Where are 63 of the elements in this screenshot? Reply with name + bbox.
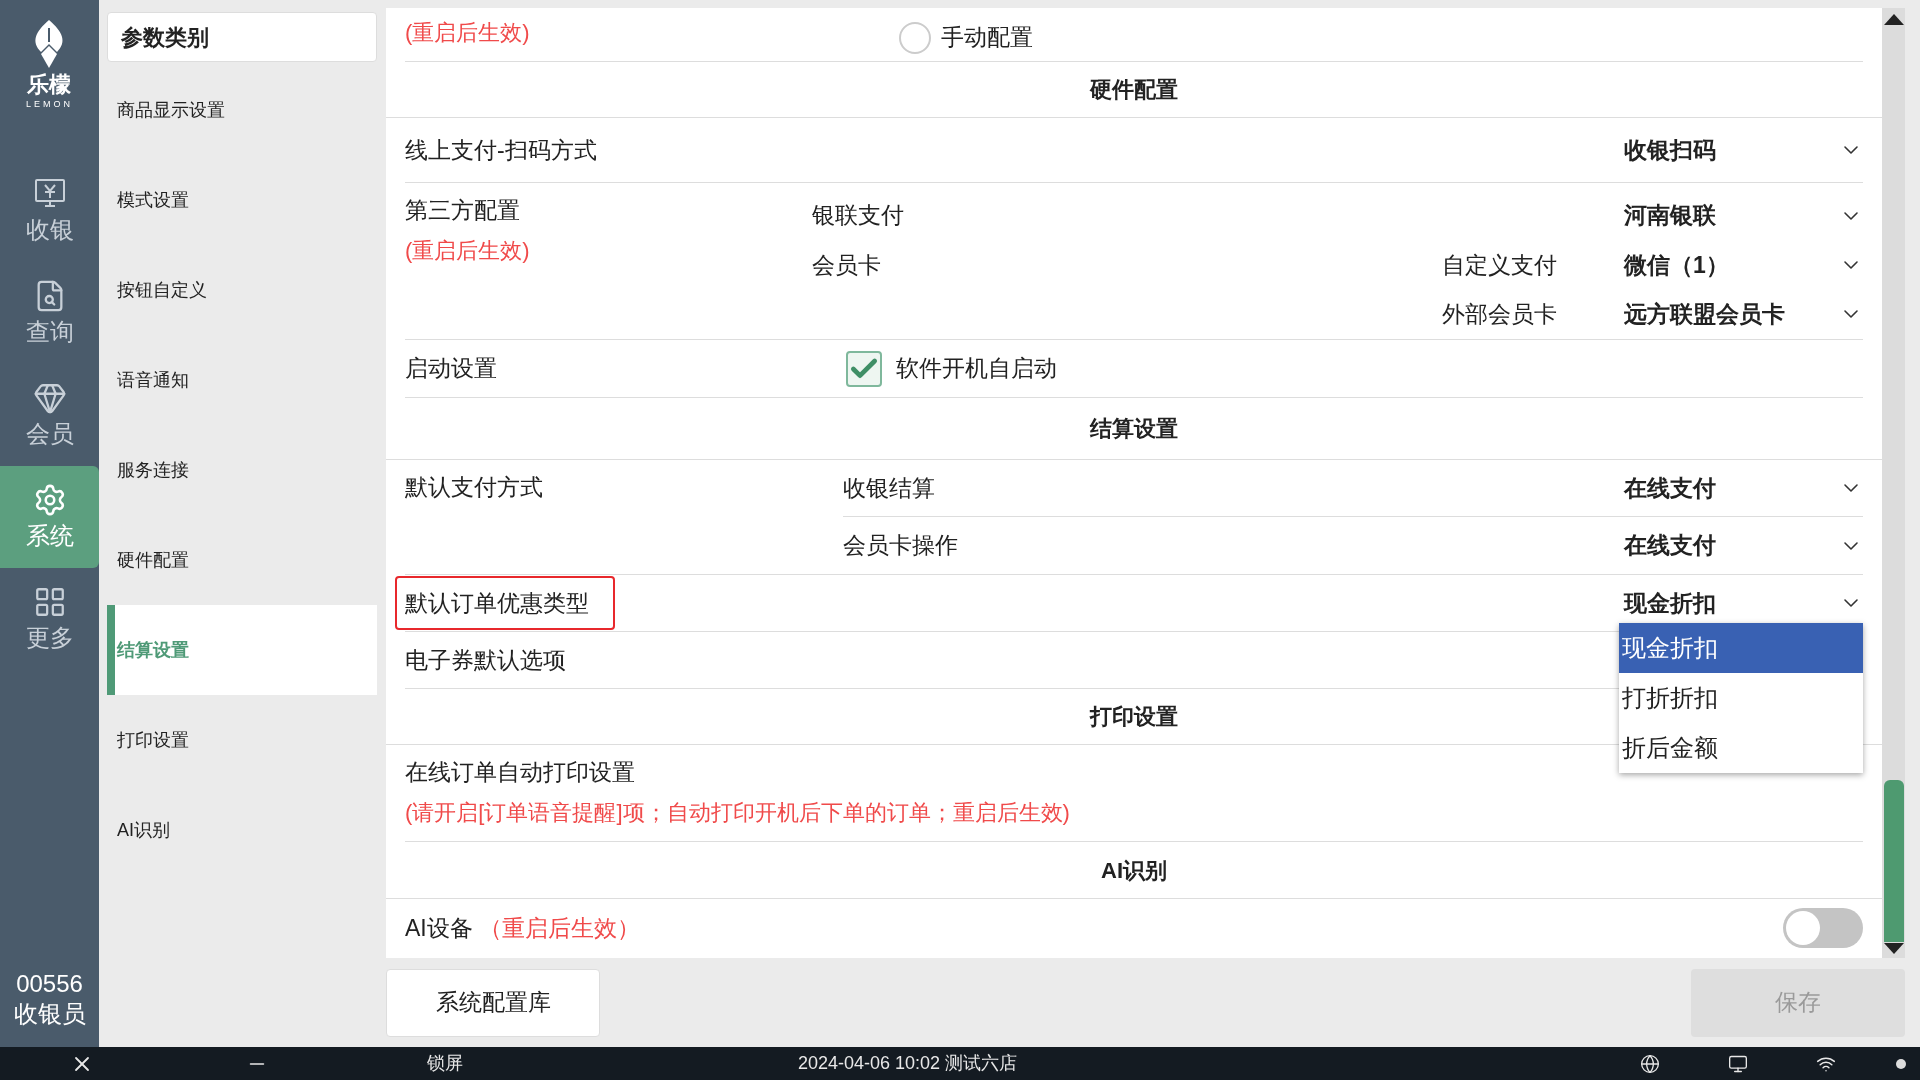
radio-label: 手动配置: [941, 23, 1033, 53]
setting-note: (重启后生效): [405, 236, 531, 265]
category-item[interactable]: 模式设置: [107, 155, 377, 245]
lock-screen-link[interactable]: 锁屏: [427, 1050, 463, 1077]
category-item[interactable]: AI识别: [107, 785, 377, 875]
radio-button[interactable]: [899, 21, 931, 54]
nav-item[interactable]: 收银: [0, 160, 99, 262]
dropdown-option[interactable]: 打折折扣: [1619, 673, 1863, 723]
toggle-switch[interactable]: [1783, 908, 1863, 948]
restart-note: (重启后生效): [405, 19, 531, 47]
section-title: 打印设置: [1090, 703, 1178, 731]
category-header: 参数类别: [107, 12, 377, 62]
category-item[interactable]: 按钮自定义: [107, 245, 377, 335]
setting-label: 在线订单自动打印设置: [405, 758, 635, 787]
scroll-up-icon[interactable]: [1882, 12, 1905, 26]
select-value[interactable]: 在线支付: [1624, 528, 1829, 563]
setting-note: （重启后生效）: [478, 913, 640, 943]
monitor-icon[interactable]: [1728, 1053, 1748, 1074]
category-item[interactable]: 商品显示设置: [107, 65, 377, 155]
select-value[interactable]: 河南银联: [1624, 198, 1829, 233]
setting-sublabel: 会员卡: [812, 251, 881, 278]
setting-label: 默认支付方式: [405, 473, 544, 502]
select-value[interactable]: 远方联盟会员卡: [1624, 297, 1829, 332]
select-value[interactable]: 微信（1）: [1624, 247, 1829, 283]
user-role: 收银员: [13, 999, 86, 1029]
category-item[interactable]: 硬件配置: [107, 515, 377, 605]
section-title: AI识别: [1101, 856, 1167, 885]
select-value[interactable]: 在线支付: [1624, 470, 1829, 506]
category-item[interactable]: 服务连接: [107, 425, 377, 515]
user-id: 00556: [16, 969, 83, 999]
dropdown-option[interactable]: 折后金额: [1619, 723, 1863, 773]
setting-label: 线上支付-扫码方式: [405, 135, 597, 165]
logo-subtext: LEMON: [26, 100, 73, 109]
setting-note: (请开启[订单语音提醒]项；自动打印开机后下单的订单；重启后生效): [405, 798, 1071, 827]
select-value[interactable]: 收银扫码: [1624, 132, 1829, 168]
diamond-icon: [32, 381, 67, 415]
setting-sublabel: 外部会员卡: [1442, 300, 1558, 330]
checkbox-label: 软件开机自启动: [896, 354, 1057, 384]
scrollbar-thumb[interactable]: [1883, 780, 1904, 942]
select-value[interactable]: 现金折扣: [1624, 585, 1829, 621]
setting-sublabel: 自定义支付: [1442, 250, 1558, 280]
setting-label: AI设备: [405, 913, 473, 943]
setting-label: 默认订单优惠类型: [395, 575, 615, 631]
section-title: 结算设置: [1090, 415, 1178, 443]
globe-icon[interactable]: [1640, 1053, 1660, 1074]
category-item[interactable]: 语音通知: [107, 335, 377, 425]
setting-label: 电子券默认选项: [405, 645, 566, 675]
setting-sublabel: 收银结算: [843, 474, 935, 501]
setting-sublabel: 银联支付: [812, 202, 904, 229]
scrollbar[interactable]: [1882, 8, 1905, 958]
section-title: 硬件配置: [1090, 76, 1178, 104]
setting-sublabel: 会员卡操作: [843, 532, 958, 559]
dropdown-option[interactable]: 现金折扣: [1619, 623, 1863, 673]
logo-text: 乐檬: [27, 74, 72, 96]
status-text: 2024-04-06 10:02 测试六店: [798, 1052, 1018, 1075]
setting-label: 启动设置: [405, 354, 498, 384]
checkbox[interactable]: [846, 350, 882, 387]
nav-item[interactable]: 查询: [0, 262, 99, 364]
config-library-button[interactable]: 系统配置库: [386, 968, 600, 1037]
setting-label: 第三方配置: [405, 196, 521, 225]
nav-item[interactable]: 更多: [0, 568, 99, 670]
category-item[interactable]: 打印设置: [107, 695, 377, 785]
nav-item[interactable]: 会员: [0, 364, 99, 466]
